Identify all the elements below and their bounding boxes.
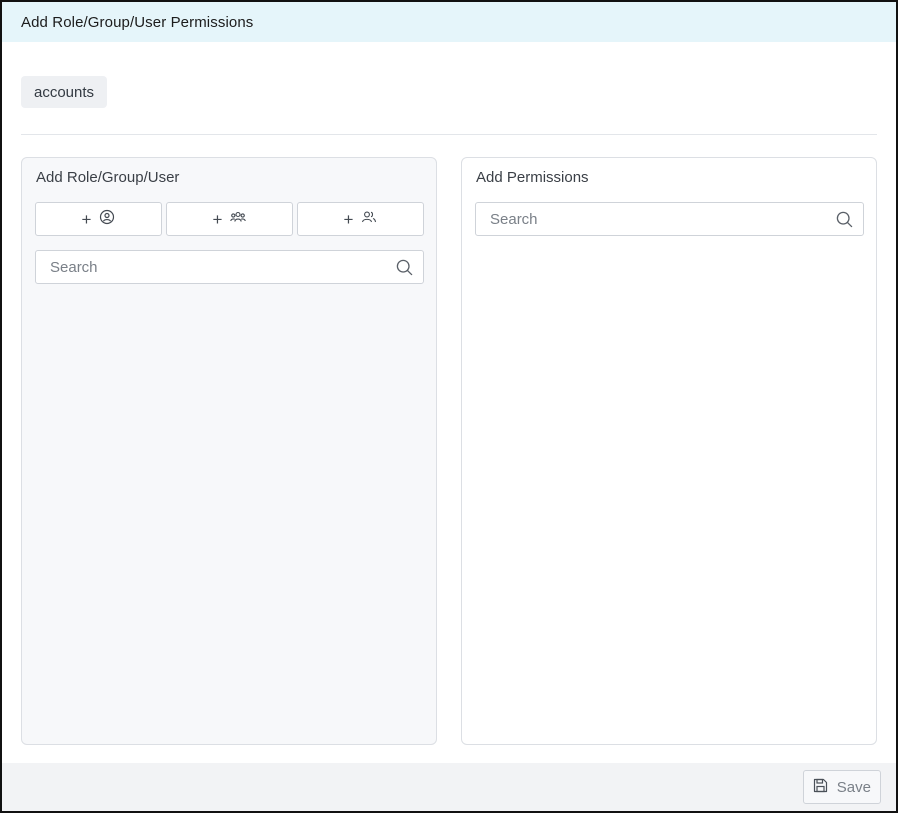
panel-title: Add Permissions xyxy=(476,169,589,186)
scope-tag: accounts xyxy=(21,76,108,108)
permissions-search xyxy=(475,202,864,236)
save-button-label: Save xyxy=(836,778,871,796)
plus-icon: + xyxy=(81,209,92,229)
user-icon xyxy=(361,210,377,229)
scope-tag-label: accounts xyxy=(34,83,95,101)
add-user-button[interactable]: + xyxy=(297,202,424,236)
plus-icon: + xyxy=(212,209,223,229)
role-icon xyxy=(99,209,115,230)
save-button[interactable]: Save xyxy=(802,770,881,804)
add-group-button[interactable]: + xyxy=(166,202,293,236)
dialog-footer: Save xyxy=(2,763,896,811)
search-icon[interactable] xyxy=(835,210,853,228)
add-role-button[interactable]: + xyxy=(35,202,162,236)
role-group-user-panel: Add Role/Group/User + + + Search xyxy=(21,157,437,745)
dialog-title: Add Role/Group/User Permissions xyxy=(21,13,254,31)
search-icon[interactable] xyxy=(395,258,413,276)
role-group-user-search xyxy=(35,250,424,284)
search-input[interactable] xyxy=(490,203,835,235)
panel-title: Add Role/Group/User xyxy=(36,169,180,186)
plus-icon: + xyxy=(343,209,354,229)
dialog-window: Add Role/Group/User Permissions accounts… xyxy=(0,0,898,813)
divider xyxy=(21,134,877,135)
save-icon xyxy=(813,778,828,797)
dialog-header: Add Role/Group/User Permissions xyxy=(2,2,896,42)
search-input[interactable] xyxy=(50,251,395,283)
permissions-panel: Add Permissions xyxy=(461,157,877,745)
group-icon xyxy=(230,210,247,229)
